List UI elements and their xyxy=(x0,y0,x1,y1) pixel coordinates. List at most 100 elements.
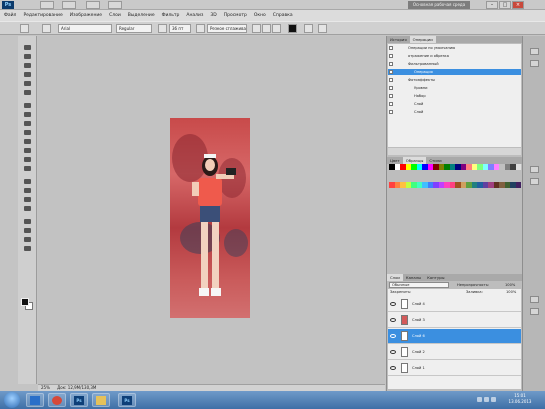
list-item[interactable]: Слой xyxy=(388,109,521,115)
path-selection-tool-icon[interactable] xyxy=(22,196,33,203)
taskbar-explorer-button[interactable] xyxy=(92,393,110,407)
close-button[interactable]: × xyxy=(512,1,524,9)
align-right-icon[interactable] xyxy=(272,24,281,33)
layer-row[interactable]: Слой 6 xyxy=(388,329,521,344)
layer-row[interactable]: Слой 1 xyxy=(388,361,521,376)
tab-layers[interactable]: Слои xyxy=(387,274,403,281)
type-tool-icon[interactable] xyxy=(22,187,33,194)
tab-paths[interactable]: Контуры xyxy=(424,274,447,281)
opacity-value[interactable]: 100% xyxy=(505,282,515,288)
eye-icon[interactable] xyxy=(390,302,396,306)
info-panel-icon[interactable] xyxy=(530,60,539,67)
character-panel-icon[interactable] xyxy=(318,24,327,33)
history-brush-tool-icon[interactable] xyxy=(22,129,33,136)
adjustments-panel-icon[interactable] xyxy=(530,166,539,173)
marquee-tool-icon[interactable] xyxy=(22,53,33,60)
menu-view[interactable]: Просмотр xyxy=(224,13,247,18)
mini-bridge-button[interactable] xyxy=(62,1,76,9)
tray-icon[interactable] xyxy=(484,397,489,402)
list-item[interactable]: отражение и обрезка xyxy=(388,53,521,59)
list-item[interactable]: Уровни xyxy=(388,85,521,91)
tab-styles[interactable]: Стили xyxy=(426,157,444,164)
blur-tool-icon[interactable] xyxy=(22,156,33,163)
checkbox-icon[interactable] xyxy=(389,110,393,114)
start-button[interactable] xyxy=(4,392,20,408)
history-panel-icon[interactable] xyxy=(530,48,539,55)
quick-select-tool-icon[interactable] xyxy=(22,71,33,78)
paths-panel-icon[interactable] xyxy=(530,308,539,315)
checkbox-icon[interactable] xyxy=(389,70,393,74)
healing-brush-tool-icon[interactable] xyxy=(22,102,33,109)
taskbar-chrome-button[interactable] xyxy=(48,393,66,407)
brush-tool-icon[interactable] xyxy=(22,111,33,118)
menu-edit[interactable]: Редактирование xyxy=(23,13,62,18)
foreground-color-swatch[interactable] xyxy=(21,298,29,306)
hand-tool-icon[interactable] xyxy=(22,236,33,243)
taskbar-photoshop-window-button[interactable]: Ps xyxy=(118,393,136,407)
antialias-select[interactable]: Резкое сглаживание xyxy=(207,24,247,33)
menu-3d[interactable]: 3D xyxy=(210,13,216,18)
text-color-swatch[interactable] xyxy=(288,24,297,33)
clone-stamp-tool-icon[interactable] xyxy=(22,120,33,127)
checkbox-icon[interactable] xyxy=(389,78,393,82)
font-size-select[interactable]: 36 пт xyxy=(169,24,191,33)
tab-actions[interactable]: Операции xyxy=(409,36,436,43)
tray-icon[interactable] xyxy=(477,397,482,402)
3d-rotate-tool-icon[interactable] xyxy=(22,218,33,225)
checkbox-icon[interactable] xyxy=(389,62,393,66)
color-swatch[interactable] xyxy=(515,182,521,188)
eye-icon[interactable] xyxy=(390,334,396,338)
layer-row[interactable]: Слой 4 xyxy=(388,297,521,312)
checkbox-icon[interactable] xyxy=(389,86,393,90)
arrange-documents-button[interactable] xyxy=(108,1,122,9)
dodge-tool-icon[interactable] xyxy=(22,165,33,172)
blend-mode-select[interactable]: Обычные xyxy=(389,282,449,288)
eyedropper-tool-icon[interactable] xyxy=(22,89,33,96)
layer-row[interactable]: Слой 3 xyxy=(388,313,521,328)
zoom-tool-icon[interactable] xyxy=(22,245,33,252)
checkbox-icon[interactable] xyxy=(389,102,393,106)
minimize-button[interactable]: – xyxy=(486,1,498,9)
screen-mode-button[interactable] xyxy=(86,1,100,9)
color-swatch[interactable] xyxy=(515,164,521,170)
warp-text-icon[interactable] xyxy=(304,24,313,33)
list-item[interactable]: Операции по умолчанию xyxy=(388,45,521,51)
eye-icon[interactable] xyxy=(390,318,396,322)
move-tool-icon[interactable] xyxy=(22,44,33,51)
menu-filter[interactable]: Фильтр xyxy=(162,13,180,18)
eraser-tool-icon[interactable] xyxy=(22,138,33,145)
list-item[interactable]: Фильтрованный xyxy=(388,61,521,67)
masks-panel-icon[interactable] xyxy=(530,178,539,185)
menu-image[interactable]: Изображение xyxy=(70,13,102,18)
text-tool-preset-icon[interactable] xyxy=(20,24,29,33)
align-left-icon[interactable] xyxy=(252,24,261,33)
list-item[interactable]: Фотоэффекты xyxy=(388,77,521,83)
layer-row[interactable]: Слой 2 xyxy=(388,345,521,360)
tab-color[interactable]: Цвет xyxy=(387,157,403,164)
menu-window[interactable]: Окно xyxy=(254,13,266,18)
pen-tool-icon[interactable] xyxy=(22,178,33,185)
gradient-tool-icon[interactable] xyxy=(22,147,33,154)
workspace-switcher[interactable]: Основная рабочая среда xyxy=(408,1,470,9)
maximize-button[interactable]: □ xyxy=(499,1,511,9)
channels-panel-icon[interactable] xyxy=(530,296,539,303)
list-item[interactable]: Слой xyxy=(388,101,521,107)
tray-icon[interactable] xyxy=(491,397,496,402)
list-item[interactable]: Операция xyxy=(388,69,521,75)
lasso-tool-icon[interactable] xyxy=(22,62,33,69)
taskbar-photoshop-button[interactable]: Ps xyxy=(70,393,88,407)
zoom-level[interactable]: 25% xyxy=(41,385,50,390)
eye-icon[interactable] xyxy=(390,350,396,354)
tab-swatches[interactable]: Образцы xyxy=(402,157,427,164)
menu-analysis[interactable]: Анализ xyxy=(186,13,203,18)
menu-layers[interactable]: Слои xyxy=(109,13,121,18)
tab-history[interactable]: История xyxy=(387,36,410,43)
checkbox-icon[interactable] xyxy=(389,46,393,50)
canvas-image[interactable] xyxy=(170,118,250,318)
eye-icon[interactable] xyxy=(390,366,396,370)
align-center-icon[interactable] xyxy=(262,24,271,33)
checkbox-icon[interactable] xyxy=(389,94,393,98)
document-window[interactable] xyxy=(38,36,385,384)
crop-tool-icon[interactable] xyxy=(22,80,33,87)
tab-channels[interactable]: Каналы xyxy=(403,274,424,281)
